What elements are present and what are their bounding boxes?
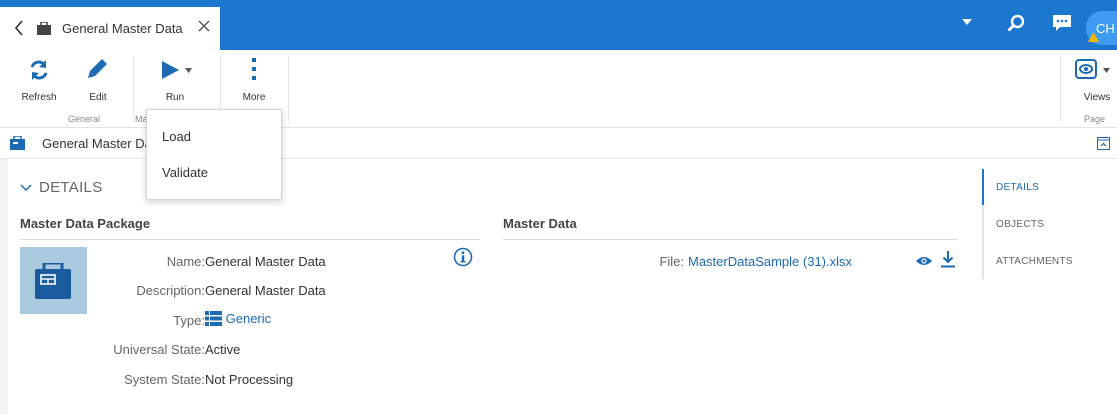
run-label: Run (165, 92, 185, 103)
search-icon[interactable] (1006, 13, 1026, 33)
package-thumbnail (20, 247, 87, 314)
pencil-icon (88, 59, 107, 78)
more-vertical-icon (252, 58, 256, 80)
name-value: General Master Data (205, 254, 326, 269)
briefcase-icon (10, 136, 25, 150)
type-link[interactable]: Generic (205, 311, 271, 326)
info-icon[interactable] (453, 247, 473, 267)
chevron-down-icon (1103, 68, 1110, 73)
top-bar: General Master Data CH (0, 0, 1117, 50)
file-label: File: (659, 254, 684, 269)
collapse-icon[interactable] (1097, 137, 1110, 150)
briefcase-icon (37, 22, 51, 35)
document-title: General Master Da (42, 136, 152, 151)
edit-button[interactable]: Edit (80, 54, 116, 106)
group-label-general: General (68, 114, 101, 124)
download-icon[interactable] (941, 251, 955, 268)
refresh-icon (30, 60, 48, 80)
close-icon[interactable] (197, 19, 211, 33)
menu-item-load[interactable]: Load (162, 129, 191, 144)
refresh-button[interactable]: Refresh (18, 54, 60, 106)
edit-label: Edit (89, 92, 107, 103)
type-label: Type: (173, 313, 205, 328)
section-nav-objects[interactable]: OBJECTS (996, 219, 1044, 230)
group-label-page: Page (1084, 114, 1106, 124)
eye-icon[interactable] (915, 255, 933, 267)
master-data-heading: Master Data (503, 216, 577, 231)
warning-icon (1088, 32, 1099, 42)
caret-down-icon[interactable] (962, 18, 972, 26)
name-label: Name: (166, 254, 205, 269)
more-button[interactable]: More (236, 54, 272, 106)
chat-icon[interactable] (1052, 13, 1072, 33)
eye-icon (1075, 59, 1097, 79)
section-nav-attachments[interactable]: ATTACHMENTS (996, 256, 1073, 267)
description-value: General Master Data (205, 283, 326, 298)
universal-state-label: Universal State: (113, 342, 205, 357)
tab-title: General Master Data (62, 21, 183, 36)
chevron-down-icon (185, 68, 192, 73)
package-heading: Master Data Package (20, 216, 151, 231)
universal-state-value: Active (205, 342, 241, 357)
type-value: Generic (225, 311, 272, 326)
ribbon-separator (1060, 56, 1061, 122)
section-nav-indicator (982, 169, 984, 205)
chevron-down-icon (20, 184, 32, 192)
more-label: More (242, 92, 266, 103)
play-icon (162, 61, 179, 79)
back-icon[interactable] (14, 19, 24, 37)
divider (503, 239, 958, 240)
document-tab[interactable]: General Master Data (0, 7, 220, 50)
system-state-value: Not Processing (205, 372, 294, 387)
section-nav-details[interactable]: DETAILS (996, 182, 1039, 193)
refresh-label: Refresh (21, 92, 57, 103)
briefcase-icon (35, 263, 71, 299)
system-state-label: System State: (124, 372, 205, 387)
file-link[interactable]: MasterDataSample (31).xlsx (688, 254, 852, 269)
ribbon-separator (133, 56, 134, 122)
details-section-label: DETAILS (39, 179, 103, 196)
menu-item-validate[interactable]: Validate (162, 165, 208, 180)
user-avatar[interactable]: CH (1086, 11, 1117, 45)
run-button[interactable]: Run (150, 54, 200, 106)
views-label: Views (1083, 92, 1111, 103)
divider (20, 239, 480, 240)
list-icon (205, 311, 222, 326)
description-label: Description: (136, 283, 205, 298)
run-dropdown-menu: Load Validate (146, 109, 282, 200)
ribbon-separator (288, 56, 289, 122)
views-button[interactable]: Views (1072, 54, 1112, 106)
